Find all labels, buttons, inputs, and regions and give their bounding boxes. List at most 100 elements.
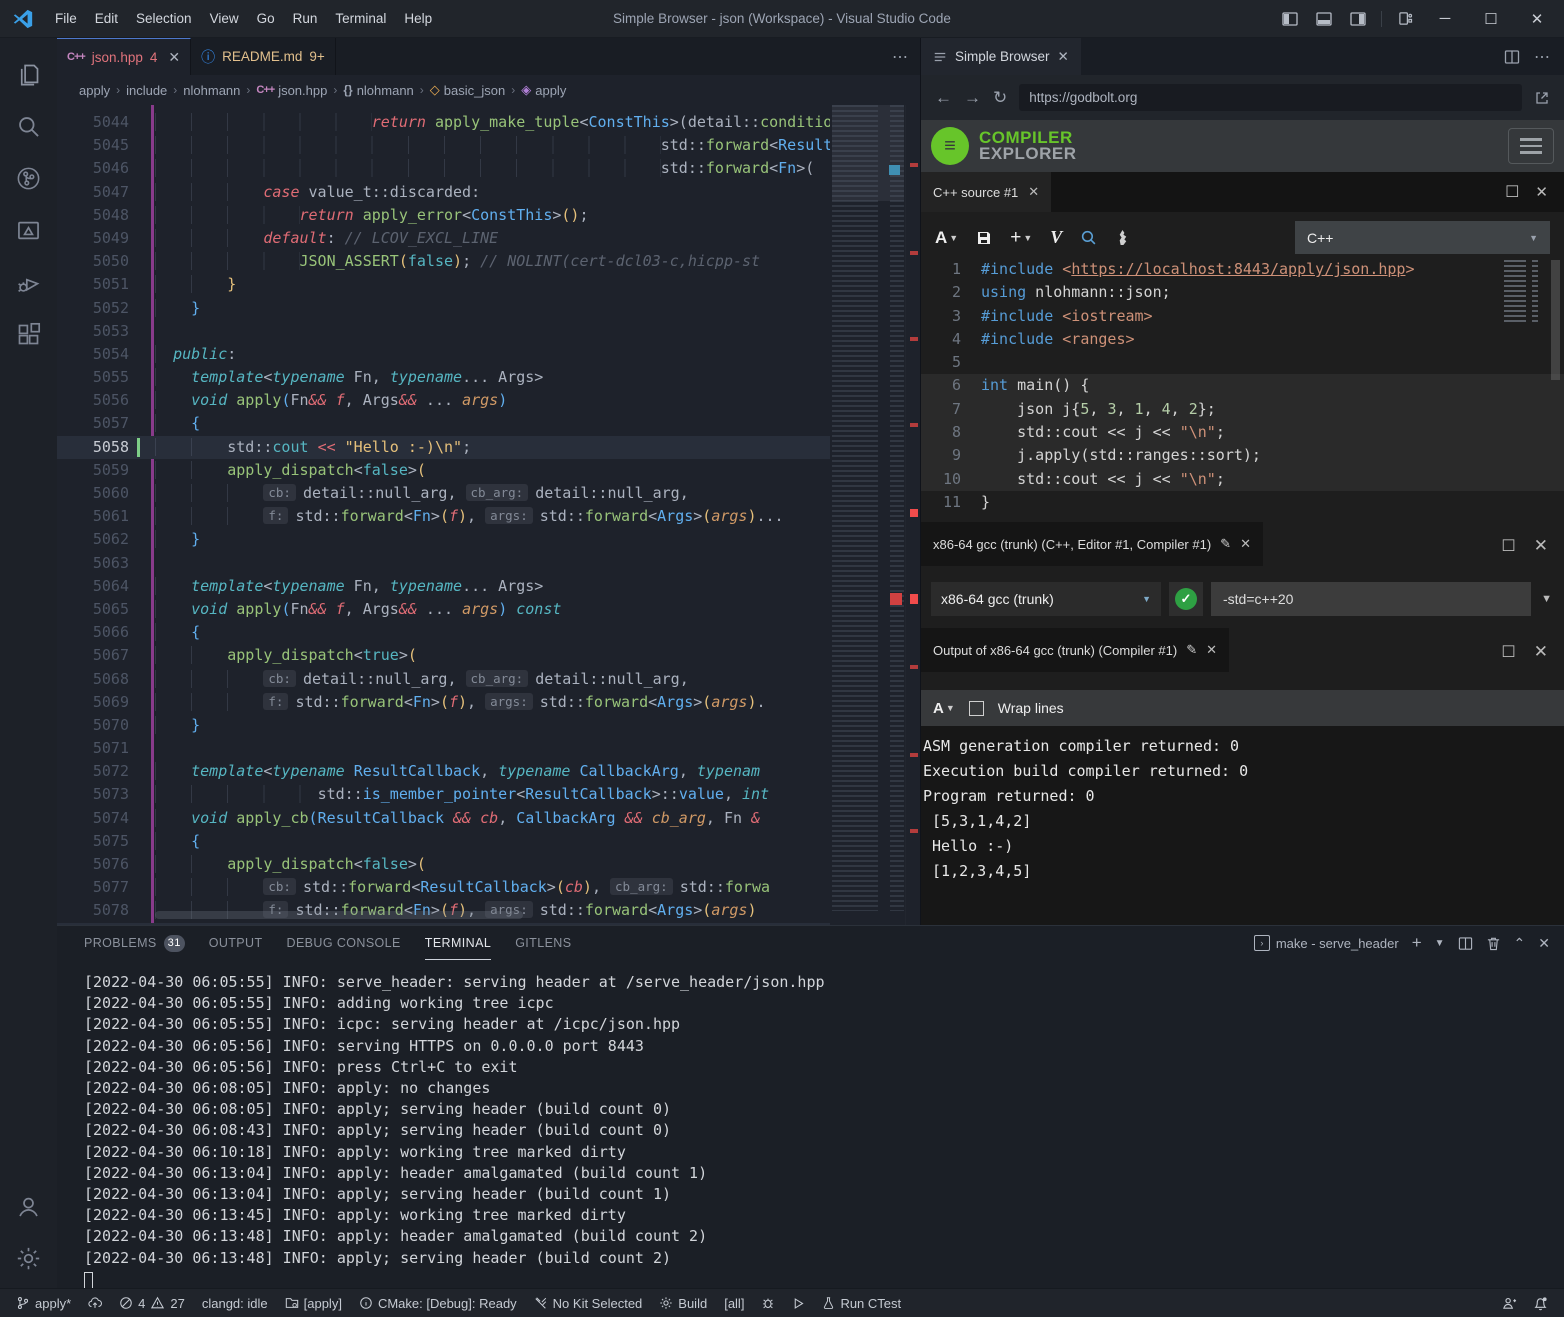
new-terminal-icon[interactable]: + (1412, 933, 1422, 953)
compiler-pane-tab[interactable]: x86-64 gcc (trunk) (C++, Editor #1, Comp… (921, 522, 1263, 566)
chevron-down-icon[interactable]: ▼ (1435, 938, 1445, 949)
close-icon[interactable]: ✕ (1206, 642, 1217, 658)
toggle-secondary-sidebar-icon[interactable] (1343, 4, 1373, 34)
tab-output[interactable]: OUTPUT (209, 926, 263, 960)
maximize-pane-icon[interactable]: ☐ (1501, 642, 1515, 662)
explorer-icon[interactable] (5, 48, 53, 100)
tab-terminal[interactable]: TERMINAL (425, 926, 491, 960)
cmake-icon[interactable] (5, 204, 53, 256)
terminal-instance-select[interactable]: › make - serve_header (1254, 935, 1399, 951)
back-icon[interactable]: ← (935, 88, 952, 108)
close-panel-icon[interactable]: ✕ (1538, 935, 1550, 952)
notifications-bell-icon[interactable] (1527, 1296, 1554, 1311)
menu-item[interactable]: File (46, 0, 86, 37)
run-debug-icon[interactable] (5, 256, 53, 308)
wrap-lines-checkbox[interactable] (969, 701, 984, 716)
font-size-icon[interactable]: A▼ (935, 228, 958, 248)
tab-readme-md[interactable]: ⓘ README.md 9+ (191, 38, 336, 75)
ce-menu-icon[interactable] (1508, 128, 1554, 164)
toggle-panel-icon[interactable] (1309, 4, 1339, 34)
breadcrumb-item[interactable]: ◈apply (521, 82, 566, 98)
menu-item[interactable]: Selection (127, 0, 201, 37)
rename-icon[interactable]: ✎ (1220, 536, 1231, 552)
close-window-button[interactable]: ✕ (1516, 2, 1558, 36)
menu-item[interactable]: Go (248, 0, 284, 37)
minimize-button[interactable]: ─ (1424, 2, 1466, 36)
build-button[interactable]: Build (653, 1289, 713, 1317)
flags-dropdown-icon[interactable]: ▼ (1539, 593, 1554, 605)
minimap[interactable] (832, 105, 904, 911)
cmake-status-item[interactable]: CMake: [Debug]: Ready (353, 1289, 523, 1317)
breadcrumb-item[interactable]: include (126, 83, 167, 98)
menu-item[interactable]: Run (284, 0, 327, 37)
accounts-icon[interactable] (5, 1180, 53, 1232)
ce-scrollbar[interactable] (1551, 260, 1560, 380)
extensions-icon[interactable] (5, 308, 53, 360)
tab-debug-console[interactable]: DEBUG CONSOLE (287, 926, 401, 960)
kit-item[interactable]: No Kit Selected (528, 1289, 649, 1317)
output-pane-tab[interactable]: Output of x86-64 gcc (trunk) (Compiler #… (921, 628, 1229, 672)
reload-icon[interactable]: ↻ (993, 88, 1007, 108)
maximize-button[interactable]: ☐ (1470, 2, 1512, 36)
language-select[interactable]: C++▼ (1295, 221, 1550, 255)
compiler-flags-input[interactable]: -std=c++20 (1211, 582, 1531, 616)
ctest-button[interactable]: Run CTest (816, 1289, 907, 1317)
save-icon[interactable] (976, 230, 992, 246)
debug-target-icon[interactable] (755, 1289, 781, 1317)
split-terminal-icon[interactable] (1458, 936, 1473, 951)
launch-target-icon[interactable] (786, 1289, 811, 1317)
cppinsights-icon[interactable] (1080, 229, 1097, 246)
terminal-content[interactable]: [2022-04-30 06:05:55] INFO: serve_header… (57, 960, 1564, 1288)
pane-more-actions-icon[interactable]: ⋯ (1534, 47, 1550, 67)
toggle-sidebar-icon[interactable] (1275, 4, 1305, 34)
close-icon[interactable]: ✕ (1240, 536, 1251, 552)
open-external-icon[interactable] (1534, 90, 1550, 106)
tab-gitlens[interactable]: GITLENS (515, 926, 571, 960)
cmake-project-item[interactable]: [apply] (279, 1289, 348, 1317)
close-tab-icon[interactable]: ✕ (168, 49, 180, 66)
font-size-icon[interactable]: A▼ (933, 700, 955, 717)
editor-more-actions-icon[interactable]: ⋯ (892, 38, 920, 75)
code-editor[interactable]: 5044 return apply_make_tuple<ConstThis>(… (57, 105, 920, 925)
close-icon[interactable]: ✕ (1028, 184, 1039, 200)
maximize-panel-icon[interactable]: ⌃ (1514, 935, 1526, 952)
tab-simple-browser[interactable]: Simple Browser ✕ (921, 38, 1081, 75)
close-pane-icon[interactable]: ✕ (1534, 536, 1548, 556)
url-input[interactable]: https://godbolt.org (1019, 84, 1522, 111)
problems-item[interactable]: 4 27 (113, 1289, 191, 1317)
breadcrumb-item[interactable]: apply (79, 83, 110, 98)
close-pane-icon[interactable]: ✕ (1535, 183, 1548, 201)
tab-json-hpp[interactable]: C++ json.hpp 4 ✕ (57, 38, 191, 75)
add-pane-icon[interactable]: +▼ (1010, 227, 1032, 249)
clangd-status[interactable]: clangd: idle (196, 1289, 274, 1317)
build-target-item[interactable]: [all] (718, 1289, 750, 1317)
sync-item[interactable] (82, 1289, 108, 1317)
close-pane-icon[interactable]: ✕ (1534, 642, 1548, 662)
menu-item[interactable]: Help (395, 0, 441, 37)
customize-layout-icon[interactable] (1390, 4, 1420, 34)
maximize-pane-icon[interactable]: ☐ (1501, 536, 1515, 556)
menu-item[interactable]: Edit (86, 0, 127, 37)
split-editor-icon[interactable] (1504, 49, 1520, 65)
quickbench-icon[interactable] (1115, 229, 1130, 246)
tab-problems[interactable]: PROBLEMS31 (84, 926, 185, 960)
breadcrumb-item[interactable]: nlohmann (183, 83, 240, 98)
kill-terminal-icon[interactable] (1486, 936, 1501, 951)
menu-item[interactable]: View (201, 0, 248, 37)
rename-icon[interactable]: ✎ (1186, 642, 1197, 658)
search-icon[interactable] (5, 100, 53, 152)
menu-item[interactable]: Terminal (326, 0, 395, 37)
maximize-pane-icon[interactable]: ☐ (1505, 182, 1519, 202)
breadcrumb-item[interactable]: ◇basic_json (430, 82, 505, 98)
vim-mode-icon[interactable]: V (1050, 227, 1062, 248)
close-pane-icon[interactable]: ✕ (1058, 49, 1069, 65)
ce-source-tab[interactable]: C++ source #1 ✕ (921, 172, 1051, 212)
git-branch-item[interactable]: apply* (10, 1289, 77, 1317)
breadcrumb-item[interactable]: {}nlohmann (343, 83, 413, 98)
ce-source-editor[interactable]: 1#include <https://localhost:8443/apply/… (921, 254, 1564, 514)
forward-icon[interactable]: → (964, 88, 981, 108)
source-control-icon[interactable] (5, 152, 53, 204)
horizontal-scrollbar[interactable] (155, 911, 523, 919)
breadcrumb-item[interactable]: C++json.hpp (256, 83, 327, 98)
feedback-icon[interactable] (1496, 1296, 1523, 1311)
